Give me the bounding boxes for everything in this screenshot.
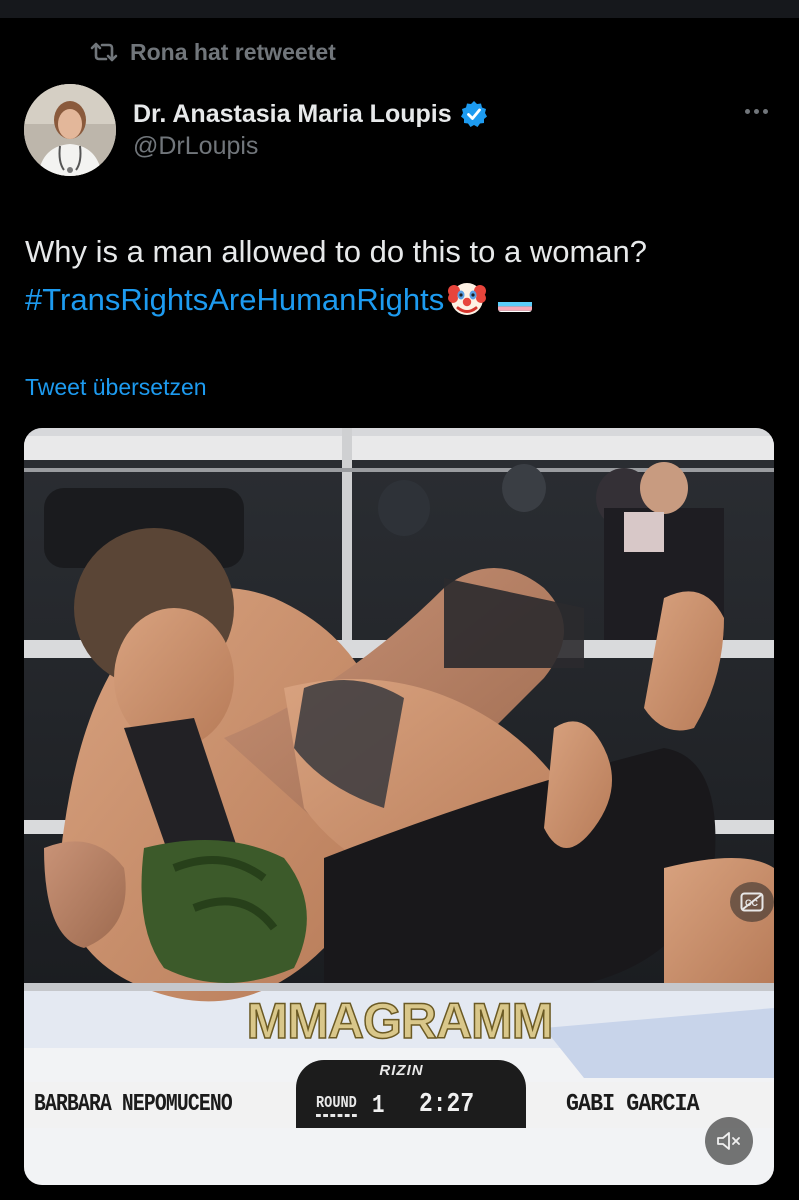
tweet-sentence: Why is a man allowed to do this to a wom… <box>25 234 648 269</box>
scoreboard-logo: RIZIN <box>379 1062 424 1079</box>
captions-icon[interactable]: CC <box>730 882 774 922</box>
hashtag-link[interactable]: #TransRightsAreHumanRights <box>25 282 444 317</box>
translate-tweet-link[interactable]: Tweet übersetzen <box>25 374 207 401</box>
retweet-icon <box>90 42 118 62</box>
author-display-name[interactable]: Dr. Anastasia Maria Loupis <box>133 100 452 129</box>
fighter-left-name: BARBARA NEPOMUCENO <box>34 1091 233 1118</box>
verified-badge-icon <box>460 101 487 127</box>
round-label: ROUND <box>316 1094 357 1117</box>
retweet-label: Rona hat retweetet <box>130 38 336 65</box>
more-dot-icon <box>744 108 750 114</box>
tweet-text: Why is a man allowed to do this to a wom… <box>25 228 775 324</box>
retweet-context[interactable]: Rona hat retweetet <box>90 36 336 68</box>
more-options-button[interactable] <box>736 98 776 124</box>
avatar[interactable] <box>24 84 116 176</box>
fighter-right-name: GABI GARCIA <box>566 1091 700 1118</box>
top-status-strip <box>0 0 799 18</box>
mute-button[interactable] <box>705 1117 753 1165</box>
clown-face-emoji <box>448 283 487 315</box>
round-number: 1 <box>372 1090 385 1120</box>
more-dot-icon <box>762 108 768 114</box>
more-dot-icon <box>753 108 759 114</box>
fight-clock: 2:27 <box>419 1090 475 1120</box>
author-name-row[interactable]: Dr. Anastasia Maria Loupis <box>133 96 488 132</box>
transgender-flag-emoji <box>498 290 533 312</box>
author-handle[interactable]: @DrLoupis <box>133 132 258 161</box>
tweet-hashtag-line: #TransRightsAreHumanRights <box>25 276 775 324</box>
mute-icon <box>717 1132 740 1150</box>
video-watermark: MMAGRAMM <box>246 992 554 1050</box>
